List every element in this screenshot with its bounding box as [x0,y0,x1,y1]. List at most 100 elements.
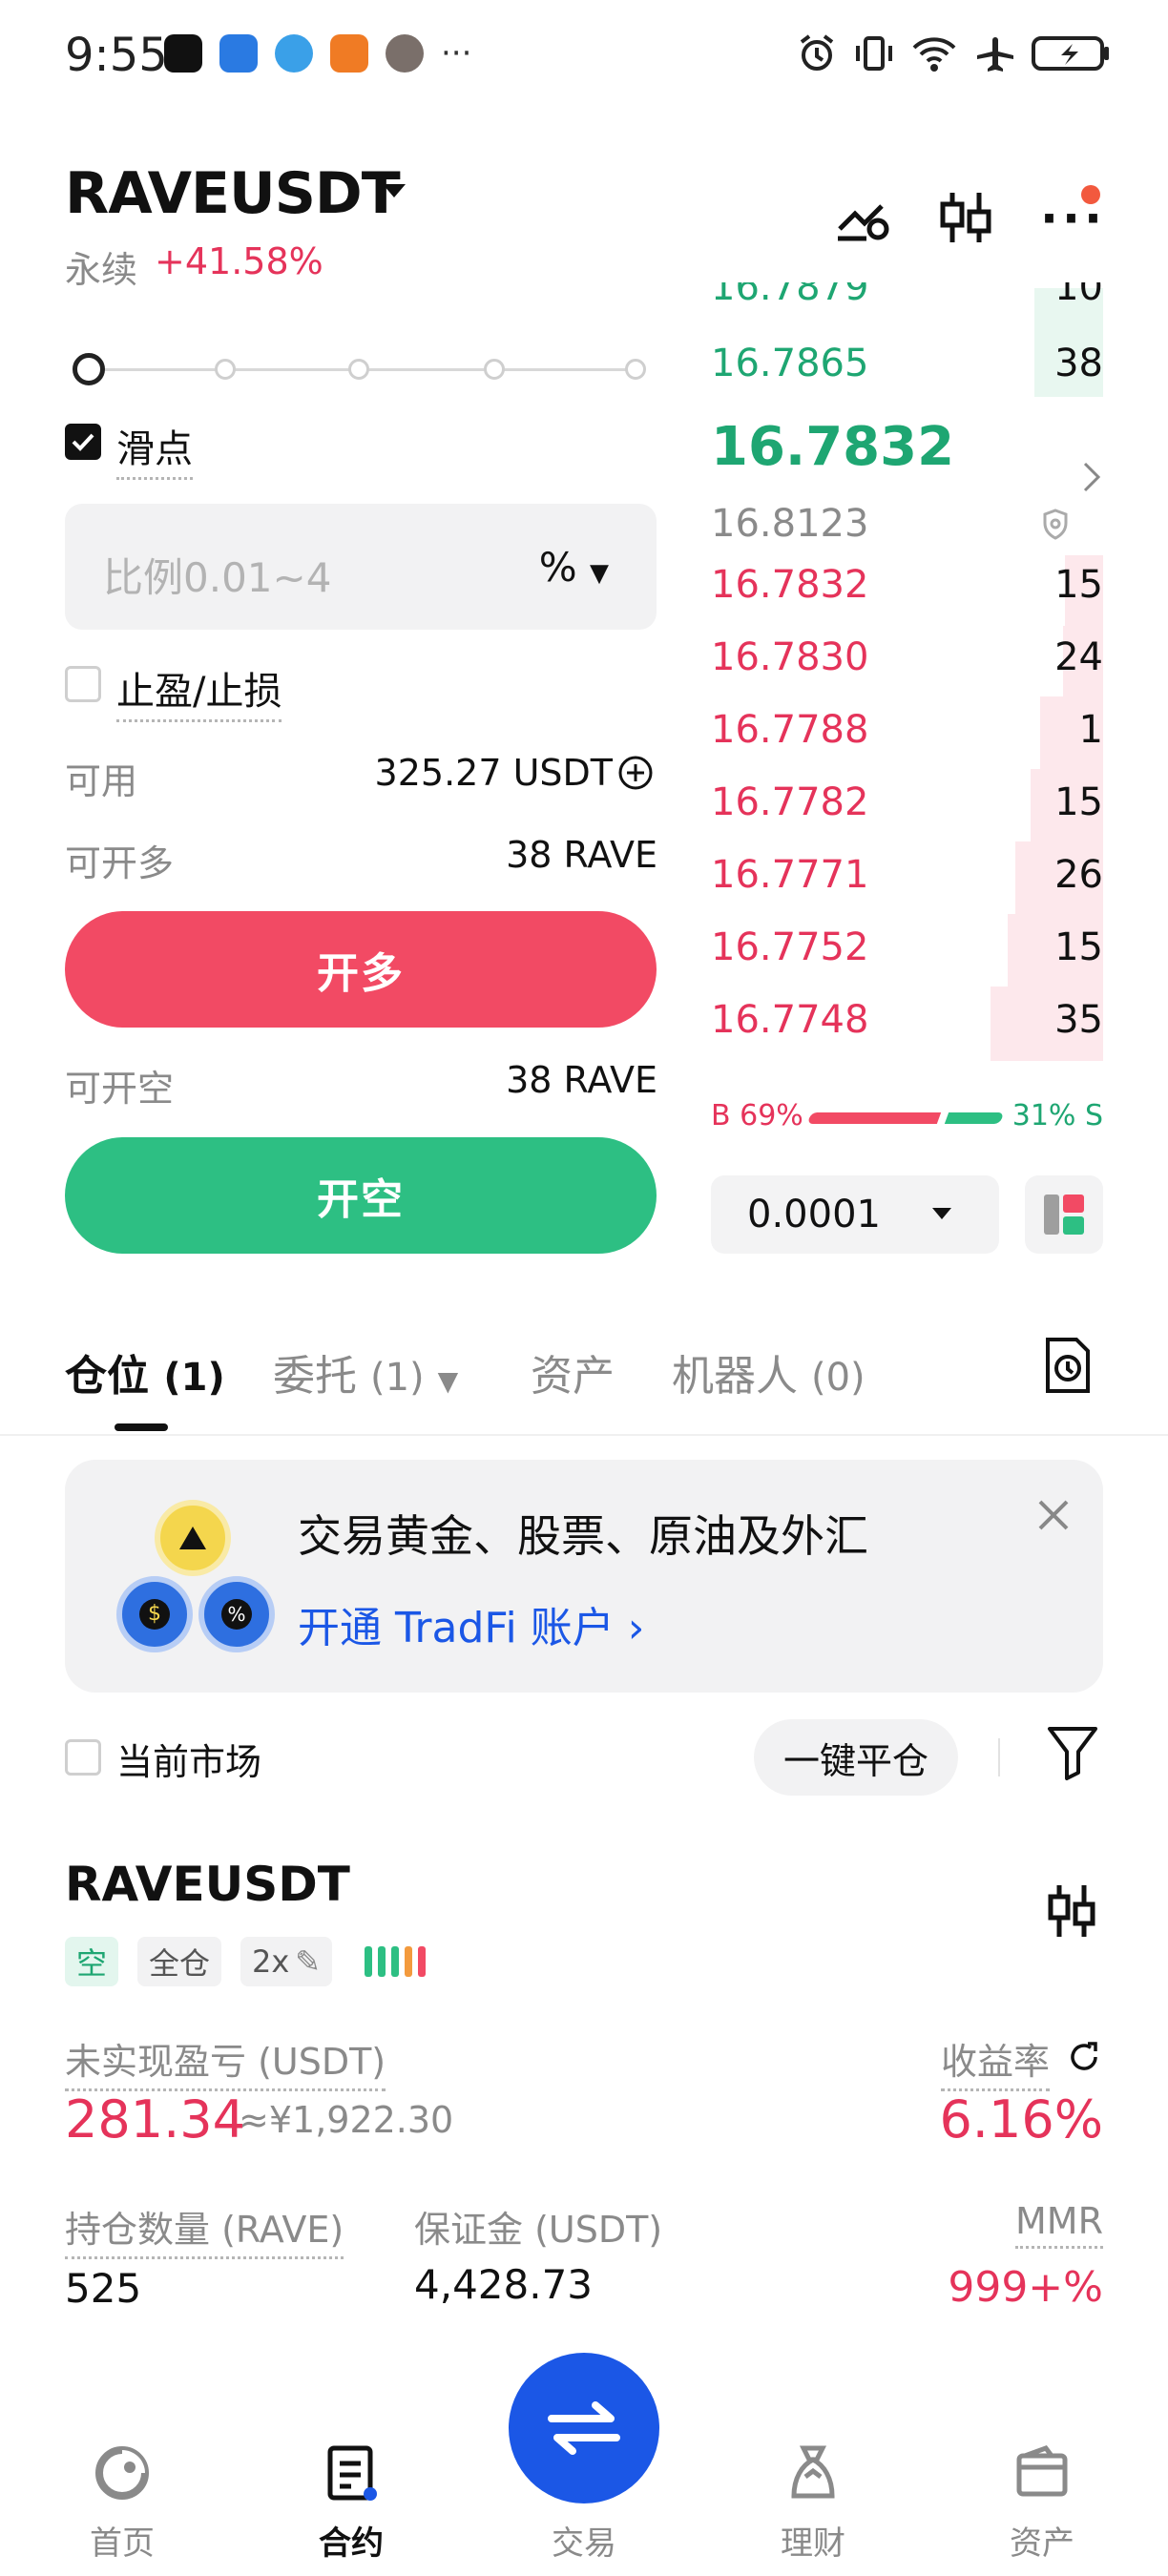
leverage-tag[interactable]: 2x ✎ [240,1937,333,1986]
chart-compare-icon[interactable] [834,187,895,248]
margin-label: 保证金 (USDT) [414,2209,663,2251]
order-book-price[interactable]: 16.7771 [711,853,868,897]
risk-bar [365,1946,372,1977]
order-book-price[interactable]: 16.7752 [711,925,868,969]
history-icon[interactable] [1044,1336,1092,1395]
risk-bar [391,1946,399,1977]
nav-contract[interactable]: 合约 [256,2442,447,2563]
filter-icon[interactable] [1046,1723,1099,1780]
order-book-price[interactable]: 16.7865 [711,342,868,385]
order-book-price[interactable]: 16.7748 [711,998,868,1042]
ratio-unit-select[interactable]: % ▼ [539,544,609,591]
tab-underline [115,1423,168,1431]
leverage-value: 2x [252,1943,290,1980]
candlestick-icon[interactable] [1044,1881,1099,1941]
order-book-qty: 10 [1054,282,1103,311]
current-market-checkbox[interactable] [65,1739,101,1776]
order-book-qty: 15 [1054,563,1103,607]
order-book-layout-button[interactable] [1025,1175,1103,1254]
wallet-icon [1016,2445,1068,2497]
order-book-qty: 26 [1054,853,1103,897]
current-market-label[interactable]: 当前市场 [116,1733,261,1785]
candlestick-icon[interactable] [935,187,996,248]
order-book-qty: 15 [1054,780,1103,824]
tab-assets[interactable]: 资产 [531,1341,615,1402]
edit-icon: ✎ [295,1943,322,1980]
order-book-price[interactable]: 16.7832 [711,563,868,607]
open-long-button[interactable]: 开多 [65,911,657,1028]
position-size-label[interactable]: 持仓数量 (RAVE) [65,2200,344,2259]
status-system-icons [796,32,1111,74]
price-change: +41.58% [155,240,323,282]
nav-home-label: 首页 [90,2524,155,2563]
tab-label: 资产 [531,1352,615,1401]
nav-home[interactable]: 首页 [27,2442,218,2563]
order-book-qty: 24 [1054,635,1103,679]
slider-step[interactable] [215,359,236,380]
roe-value: 6.16% [939,2089,1103,2150]
ratio-unit-label: % [538,544,577,591]
trade-button[interactable] [509,2353,659,2503]
tpsl-checkbox[interactable] [65,666,101,702]
tab-count: (1) [370,1356,425,1400]
vibrate-icon [856,36,892,71]
tradfi-promo-card[interactable]: $ % 交易黄金、股票、原油及外汇 开通 TradFi 账户 › [65,1460,1103,1693]
order-book-price[interactable]: 16.7782 [711,780,868,824]
slider-handle[interactable] [73,353,105,385]
slippage-checkbox[interactable] [65,424,101,460]
nav-earn[interactable]: 理财 [718,2442,908,2563]
chevron-right-icon[interactable] [1080,460,1103,494]
order-book: 16.7879 10 16.7865 38 16.7832 16.8123 16… [697,282,1103,1236]
add-funds-icon[interactable] [616,754,655,792]
order-book-price[interactable]: 16.7830 [711,635,868,679]
nav-trade-label[interactable]: 交易 [489,2517,679,2564]
promo-link[interactable]: 开通 TradFi 账户 › [298,1593,644,1654]
close-all-button[interactable]: 一键平仓 [754,1719,958,1796]
more-notifications-icon: ··· [441,34,472,73]
notification-dot [1081,185,1100,204]
nav-earn-label: 理财 [781,2524,845,2563]
nav-assets[interactable]: 资产 [947,2442,1137,2563]
sell-ratio-bar [944,1112,1005,1124]
tab-positions[interactable]: 仓位 (1) [65,1341,225,1402]
ratio-input[interactable]: 比例0.01~4 % ▼ [65,504,657,630]
order-book-qty: 38 [1054,342,1103,385]
roe-label[interactable]: 收益率 [940,2032,1050,2091]
nav-contract-label: 合约 [319,2524,384,2563]
pair-title[interactable]: RAVEUSDT [65,160,401,227]
home-icon [95,2446,149,2500]
mmr-label[interactable]: MMR [1015,2200,1103,2249]
airplane-mode-icon [977,37,1013,72]
slippage-label[interactable]: 滑点 [116,418,193,480]
slider-step[interactable] [625,359,646,380]
nav-assets-label: 资产 [1010,2524,1074,2563]
promo-link-text: 开通 TradFi 账户 [298,1604,615,1652]
tick-size-select[interactable]: 0.0001 [711,1175,999,1254]
order-book-row[interactable]: 16.7879 [711,282,868,311]
available-value: 325.27 USDT [374,752,613,794]
order-book-price[interactable]: 16.7788 [711,708,868,752]
contract-icon [327,2445,377,2501]
slider-step[interactable] [348,359,369,380]
qty-text: 10 [1054,282,1103,309]
position-pair[interactable]: RAVEUSDT [65,1857,350,1912]
share-icon[interactable] [1067,2040,1101,2074]
unrealized-pnl-cny: ≈¥1,922.30 [239,2099,454,2141]
tab-orders[interactable]: 委托 (1) ▼ [273,1341,458,1402]
tpsl-label[interactable]: 止盈/止损 [116,660,282,722]
unrealized-pnl-label[interactable]: 未实现盈亏 (USDT) [65,2032,386,2091]
tick-size-value: 0.0001 [747,1193,881,1236]
pair-dropdown-icon[interactable] [380,181,408,200]
open-short-button[interactable]: 开空 [65,1137,657,1254]
tab-count: (1) [163,1356,225,1400]
app-icon [219,34,258,73]
tab-divider [0,1434,1168,1436]
risk-bar [378,1946,386,1977]
buy-ratio-bar [806,1112,942,1124]
close-icon[interactable] [1034,1496,1073,1534]
slider-step[interactable] [484,359,505,380]
margin-value: 4,428.73 [414,2261,594,2308]
tab-bots[interactable]: 机器人 (0) [672,1341,866,1402]
order-book-qty: 15 [1054,925,1103,969]
order-book-qty: 35 [1054,998,1103,1042]
